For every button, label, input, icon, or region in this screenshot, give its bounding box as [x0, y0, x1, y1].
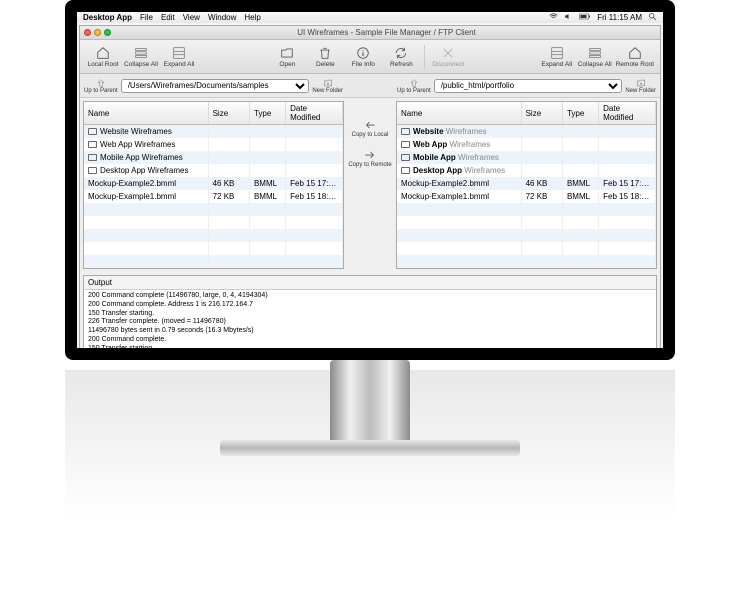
table-row[interactable]: Desktop App Wireframes	[397, 164, 656, 177]
monitor-stand	[65, 360, 675, 560]
main-toolbar: Local Root Collapse All Expand All Open	[80, 40, 660, 74]
monitor-frame: Desktop App File Edit View Window Help F…	[65, 0, 675, 360]
menu-file[interactable]: File	[140, 13, 153, 22]
menubar-clock[interactable]: Fri 11:15 AM	[597, 13, 642, 22]
titlebar: UI Wireframes - Sample File Manager / FT…	[80, 26, 660, 40]
file-info-button[interactable]: File Info	[346, 46, 380, 68]
transfer-buttons: Copy to Local Copy to Remote	[347, 98, 393, 272]
table-row[interactable]: Mobile App Wireframes	[397, 151, 656, 164]
table-row-empty	[397, 203, 656, 216]
col-date[interactable]: Date Modified	[599, 102, 656, 125]
screen: Desktop App File Edit View Window Help F…	[77, 12, 663, 348]
folder-icon	[401, 167, 410, 174]
disconnect-button[interactable]: Disconnect	[431, 46, 465, 68]
local-new-folder-button[interactable]: New Folder	[312, 78, 343, 94]
table-row-empty	[84, 242, 343, 255]
remote-pane: Name Size Type Date Modified Website Wir…	[396, 101, 657, 269]
table-row[interactable]: Mockup-Example2.bmml46 KBBMMLFeb 15 17:2…	[84, 177, 343, 190]
zoom-window-button[interactable]	[104, 29, 111, 36]
path-bar: Up to Parent /Users/Wireframes/Documents…	[80, 74, 660, 98]
remote-new-folder-button[interactable]: New Folder	[625, 78, 656, 94]
close-window-button[interactable]	[84, 29, 91, 36]
table-row-empty	[84, 203, 343, 216]
refresh-button[interactable]: Refresh	[384, 46, 418, 68]
table-row-empty	[84, 216, 343, 229]
copy-to-local-button[interactable]: Copy to Local	[352, 118, 389, 138]
copy-to-remote-button[interactable]: Copy to Remote	[348, 148, 391, 168]
folder-icon	[88, 167, 97, 174]
volume-icon[interactable]	[564, 12, 573, 23]
table-row[interactable]: Mockup-Example1.bmml72 KBBMMLFeb 15 18:0…	[84, 190, 343, 203]
col-name[interactable]: Name	[397, 102, 521, 125]
output-log[interactable]: 200 Command complete (11496780, large, 0…	[84, 290, 656, 348]
table-row[interactable]: Web App Wireframes	[84, 138, 343, 151]
col-name[interactable]: Name	[84, 102, 208, 125]
table-row[interactable]: Website Wireframes	[397, 125, 656, 139]
output-panel: Output 200 Command complete (11496780, l…	[83, 275, 657, 348]
table-row[interactable]: Website Wireframes	[84, 125, 343, 139]
remote-path-select[interactable]: /public_html/portfolio	[434, 79, 623, 93]
folder-icon	[401, 128, 410, 135]
table-row-empty	[397, 255, 656, 268]
folder-icon	[88, 141, 97, 148]
folder-icon	[88, 154, 97, 161]
local-root-button[interactable]: Local Root	[86, 46, 120, 68]
delete-button[interactable]: Delete	[308, 46, 342, 68]
col-size[interactable]: Size	[521, 102, 562, 125]
search-icon[interactable]	[648, 12, 657, 23]
local-up-button[interactable]: Up to Parent	[84, 78, 118, 94]
col-type[interactable]: Type	[249, 102, 285, 125]
open-button[interactable]: Open	[270, 46, 304, 68]
expand-all-button[interactable]: Expand All	[162, 46, 196, 68]
table-row[interactable]: Mobile App Wireframes	[84, 151, 343, 164]
folder-icon	[401, 141, 410, 148]
col-type[interactable]: Type	[562, 102, 598, 125]
table-row-empty	[397, 229, 656, 242]
table-row[interactable]: Mockup-Example2.bmml46 KBBMMLFeb 15 17:2…	[397, 177, 656, 190]
menu-help[interactable]: Help	[244, 13, 260, 22]
window-title: UI Wireframes - Sample File Manager / FT…	[117, 28, 656, 37]
local-pane: Name Size Type Date Modified Website Wir…	[83, 101, 344, 269]
table-row[interactable]: Web App Wireframes	[397, 138, 656, 151]
folder-icon	[88, 128, 97, 135]
output-heading: Output	[84, 276, 656, 290]
menu-view[interactable]: View	[183, 13, 200, 22]
battery-icon[interactable]	[579, 13, 591, 22]
table-row[interactable]: Desktop App Wireframes	[84, 164, 343, 177]
wifi-icon[interactable]	[549, 12, 558, 23]
remote-up-button[interactable]: Up to Parent	[397, 78, 431, 94]
table-row-empty	[397, 242, 656, 255]
menubar: Desktop App File Edit View Window Help F…	[77, 12, 663, 23]
collapse-all-remote-button[interactable]: Collapse All	[578, 46, 612, 68]
remote-root-button[interactable]: Remote Root	[616, 46, 654, 68]
local-path-select[interactable]: /Users/Wireframes/Documents/samples	[121, 79, 310, 93]
minimize-window-button[interactable]	[94, 29, 101, 36]
table-row-empty	[84, 255, 343, 268]
app-window: UI Wireframes - Sample File Manager / FT…	[79, 25, 661, 348]
table-row-empty	[397, 216, 656, 229]
menu-edit[interactable]: Edit	[161, 13, 175, 22]
table-row-empty	[84, 229, 343, 242]
expand-all-remote-button[interactable]: Expand All	[540, 46, 574, 68]
file-panes: Name Size Type Date Modified Website Wir…	[80, 98, 660, 272]
collapse-all-button[interactable]: Collapse All	[124, 46, 158, 68]
table-row[interactable]: Mockup-Example1.bmml72 KBBMMLFeb 15 18:0…	[397, 190, 656, 203]
folder-icon	[401, 154, 410, 161]
col-size[interactable]: Size	[208, 102, 249, 125]
menubar-app[interactable]: Desktop App	[83, 13, 132, 22]
col-date[interactable]: Date Modified	[286, 102, 343, 125]
menu-window[interactable]: Window	[208, 13, 236, 22]
